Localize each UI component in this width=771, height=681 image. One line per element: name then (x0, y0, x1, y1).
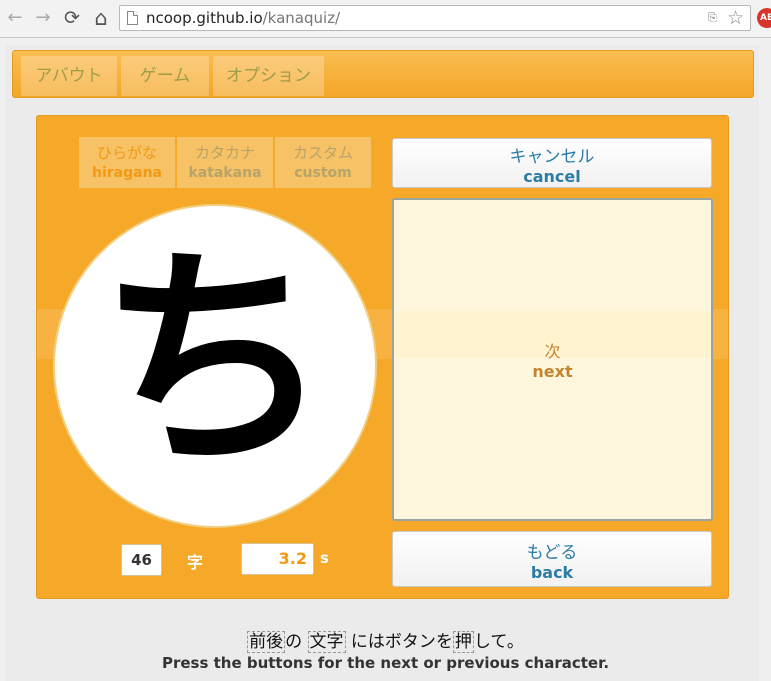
tab-hiragana-en: hiragana (92, 165, 162, 181)
tab-game[interactable]: ゲーム (121, 56, 209, 96)
next-button[interactable]: 次 next (392, 198, 713, 521)
reload-icon[interactable]: ⟳ (61, 7, 83, 29)
forward-arrow-icon[interactable]: → (32, 7, 54, 29)
translate-icon[interactable]: ⎘ (705, 10, 720, 25)
kana-display: ち (53, 204, 377, 528)
next-label-en: next (532, 362, 573, 381)
tab-katakana[interactable]: カタカナ katakana (177, 137, 274, 188)
tab-about[interactable]: アバウト (21, 56, 117, 96)
back-label-en: back (530, 563, 574, 582)
back-label-jp: もどる (526, 543, 578, 563)
instructions: 前後の 文字 にはボタンを押して。 Press the buttons for … (0, 627, 771, 672)
instr-text-end: して。 (473, 632, 524, 652)
tab-custom-jp: カスタム (292, 144, 353, 162)
tab-custom-en: custom (294, 165, 352, 181)
instr-text-mid: にはボタンを (350, 632, 453, 652)
tab-hiragana[interactable]: ひらがな hiragana (79, 137, 176, 188)
tab-options[interactable]: オプション (213, 56, 324, 96)
instr-particle: の (285, 632, 303, 652)
back-arrow-icon[interactable]: ← (4, 7, 26, 29)
adblock-extension-icon[interactable]: AB (757, 8, 771, 28)
instr-word-character: 文字 (307, 631, 346, 653)
cancel-label-jp: キャンセル (509, 147, 595, 167)
kana-set-selector: ひらがな hiragana カタカナ katakana カスタム custom (79, 137, 371, 188)
tab-custom[interactable]: カスタム custom (275, 137, 371, 188)
cancel-button[interactable]: キャンセル cancel (392, 138, 712, 188)
address-url[interactable]: ncoop.github.io/kanaquiz/ (146, 9, 340, 27)
tab-hiragana-jp: ひらがな (96, 144, 157, 162)
instr-word-press: 押 (452, 631, 474, 653)
time-unit: s (320, 549, 329, 567)
bookmark-star-icon[interactable]: ☆ (727, 7, 744, 29)
main-nav: アバウト ゲーム オプション (12, 50, 754, 98)
instructions-en: Press the buttons for the next or previo… (161, 654, 610, 672)
back-button[interactable]: もどる back (392, 531, 712, 587)
tab-katakana-en: katakana (188, 165, 262, 181)
address-bar[interactable]: ncoop.github.io/kanaquiz/ ⎘ ☆ (119, 5, 751, 31)
cancel-label-en: cancel (523, 167, 581, 186)
browser-toolbar: ← → ⟳ ⌂ ncoop.github.io/kanaquiz/ ⎘ ☆ AB (0, 0, 771, 38)
timer-value: 3.2 (241, 543, 314, 575)
kana-character: ち (97, 224, 333, 498)
url-path: /kanaquiz/ (262, 9, 341, 27)
game-panel: ひらがな hiragana カタカナ katakana カスタム custom … (36, 115, 729, 599)
instr-word-front-back: 前後 (247, 631, 286, 653)
url-host: ncoop.github.io (146, 9, 263, 27)
instructions-jp: 前後の 文字 にはボタンを押して。 (0, 627, 771, 653)
page-icon (127, 11, 138, 25)
next-label-jp: 次 (544, 342, 561, 361)
count-unit: 字 (187, 553, 204, 572)
character-count: 46 (121, 544, 162, 576)
tab-katakana-jp: カタカナ (194, 144, 255, 162)
home-icon[interactable]: ⌂ (90, 7, 112, 29)
